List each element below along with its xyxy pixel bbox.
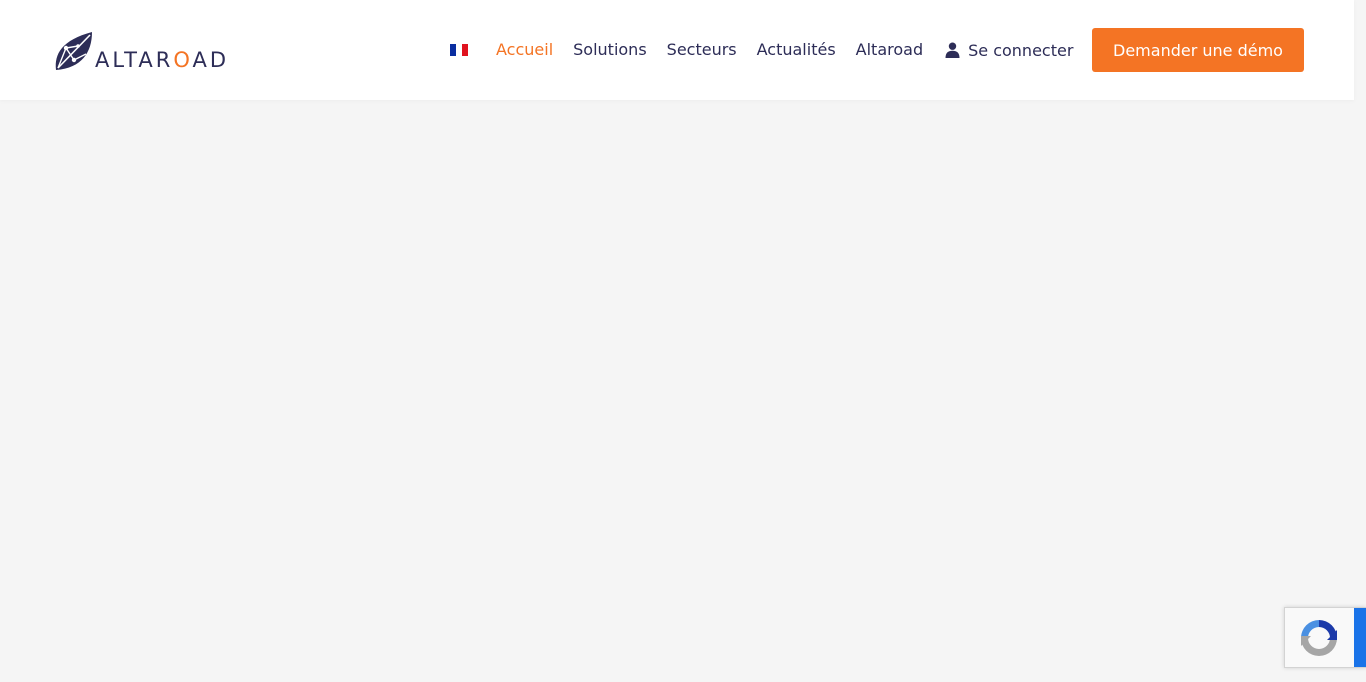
login-label: Se connecter <box>968 40 1074 60</box>
recaptcha-icon <box>1301 620 1337 656</box>
request-demo-button[interactable]: Demander une démo <box>1092 28 1304 72</box>
nav-item-solutions[interactable]: Solutions <box>573 38 647 62</box>
nav-item-actualites[interactable]: Actualités <box>757 38 836 62</box>
login-link[interactable]: Se connecter <box>945 41 1073 60</box>
scrollbar[interactable] <box>1354 0 1366 682</box>
altaroad-leaf-icon <box>55 32 92 70</box>
recaptcha-badge[interactable] <box>1284 607 1366 668</box>
nav-item-accueil[interactable]: Accueil <box>496 38 553 62</box>
logo-wordmark: ALTAROAD <box>95 48 230 72</box>
user-icon <box>945 42 960 58</box>
site-header: ALTAROAD Accueil Solutions Secteurs Actu… <box>0 0 1354 100</box>
page-body <box>0 0 1354 682</box>
nav-item-secteurs[interactable]: Secteurs <box>667 38 737 62</box>
main-nav: Accueil Solutions Secteurs Actualités Al… <box>450 38 1073 62</box>
recaptcha-stripe <box>1354 608 1366 667</box>
france-flag-icon[interactable] <box>450 44 468 56</box>
nav-item-altaroad[interactable]: Altaroad <box>856 38 923 62</box>
site-logo[interactable]: ALTAROAD <box>52 28 229 74</box>
